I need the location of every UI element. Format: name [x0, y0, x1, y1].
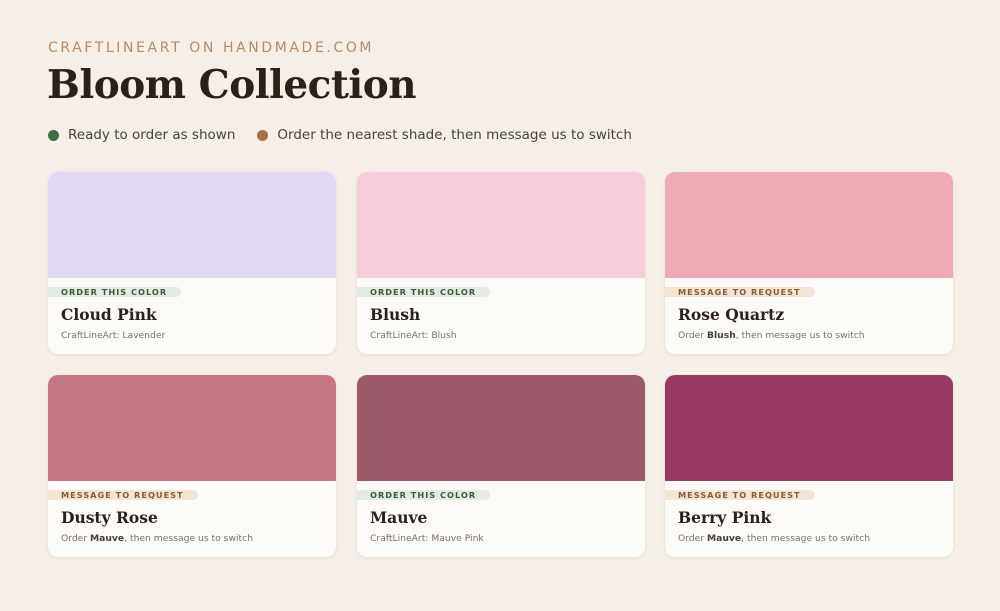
- color-swatch: [48, 375, 336, 481]
- color-card[interactable]: ORDER THIS COLOR Blush CraftLineArt: Blu…: [357, 172, 645, 354]
- color-note: CraftLineArt: Blush: [370, 330, 457, 341]
- status-badge: MESSAGE TO REQUEST: [665, 490, 815, 500]
- color-note-prefix: Order: [61, 533, 91, 544]
- color-name: Mauve: [370, 508, 428, 527]
- color-note-prefix: CraftLineArt: Mauve Pink: [370, 533, 484, 544]
- color-card[interactable]: ORDER THIS COLOR Mauve CraftLineArt: Mau…: [357, 375, 645, 557]
- shop-eyebrow: CRAFTLINEART ON HANDMADE.COM: [48, 40, 375, 56]
- color-name: Dusty Rose: [61, 508, 158, 527]
- page: CRAFTLINEART ON HANDMADE.COM Bloom Colle…: [0, 0, 1000, 611]
- color-swatch: [357, 375, 645, 481]
- color-name: Rose Quartz: [678, 305, 785, 324]
- color-swatch: [357, 172, 645, 278]
- page-title: Bloom Collection: [47, 62, 417, 108]
- color-card[interactable]: MESSAGE TO REQUEST Berry Pink Order Mauv…: [665, 375, 953, 557]
- legend-label-ready: Ready to order as shown: [68, 127, 236, 143]
- color-note: Order Mauve, then message us to switch: [678, 533, 870, 544]
- color-note-prefix: Order: [678, 533, 708, 544]
- status-badge: MESSAGE TO REQUEST: [48, 490, 198, 500]
- color-name: Berry Pink: [678, 508, 772, 527]
- message-dot-icon: [257, 129, 269, 141]
- color-card[interactable]: MESSAGE TO REQUEST Dusty Rose Order Mauv…: [48, 375, 336, 557]
- color-swatch: [665, 172, 953, 278]
- color-card[interactable]: ORDER THIS COLOR Cloud Pink CraftLineArt…: [48, 172, 336, 354]
- status-badge: ORDER THIS COLOR: [357, 490, 491, 500]
- color-note-prefix: CraftLineArt: Blush: [370, 330, 457, 341]
- color-note-suffix: , then message us to switch: [741, 533, 871, 544]
- legend-item-message: Order the nearest shade, then message us…: [257, 127, 632, 143]
- color-note: Order Mauve, then message us to switch: [61, 533, 253, 544]
- color-note-bold: Mauve: [707, 533, 742, 544]
- legend: Ready to order as shown Order the neares…: [48, 127, 654, 143]
- legend-item-ready: Ready to order as shown: [48, 127, 235, 143]
- ready-dot-icon: [48, 129, 59, 141]
- color-note: CraftLineArt: Lavender: [61, 330, 165, 341]
- legend-label-message: Order the nearest shade, then message us…: [277, 127, 632, 143]
- color-note-bold: Mauve: [90, 533, 125, 544]
- color-note: CraftLineArt: Mauve Pink: [370, 533, 484, 544]
- color-note-prefix: CraftLineArt: Lavender: [61, 330, 166, 341]
- color-name: Blush: [370, 305, 421, 324]
- color-note-prefix: Order: [678, 330, 708, 341]
- color-note-suffix: , then message us to switch: [735, 330, 865, 341]
- color-swatch: [48, 172, 336, 278]
- color-note-suffix: , then message us to switch: [124, 533, 254, 544]
- status-badge: ORDER THIS COLOR: [48, 287, 182, 297]
- color-note-bold: Blush: [707, 330, 736, 341]
- color-card[interactable]: MESSAGE TO REQUEST Rose Quartz Order Blu…: [665, 172, 953, 354]
- status-badge: ORDER THIS COLOR: [357, 287, 491, 297]
- color-name: Cloud Pink: [61, 305, 157, 324]
- status-badge: MESSAGE TO REQUEST: [665, 287, 815, 297]
- color-swatch: [665, 375, 953, 481]
- color-note: Order Blush, then message us to switch: [678, 330, 865, 341]
